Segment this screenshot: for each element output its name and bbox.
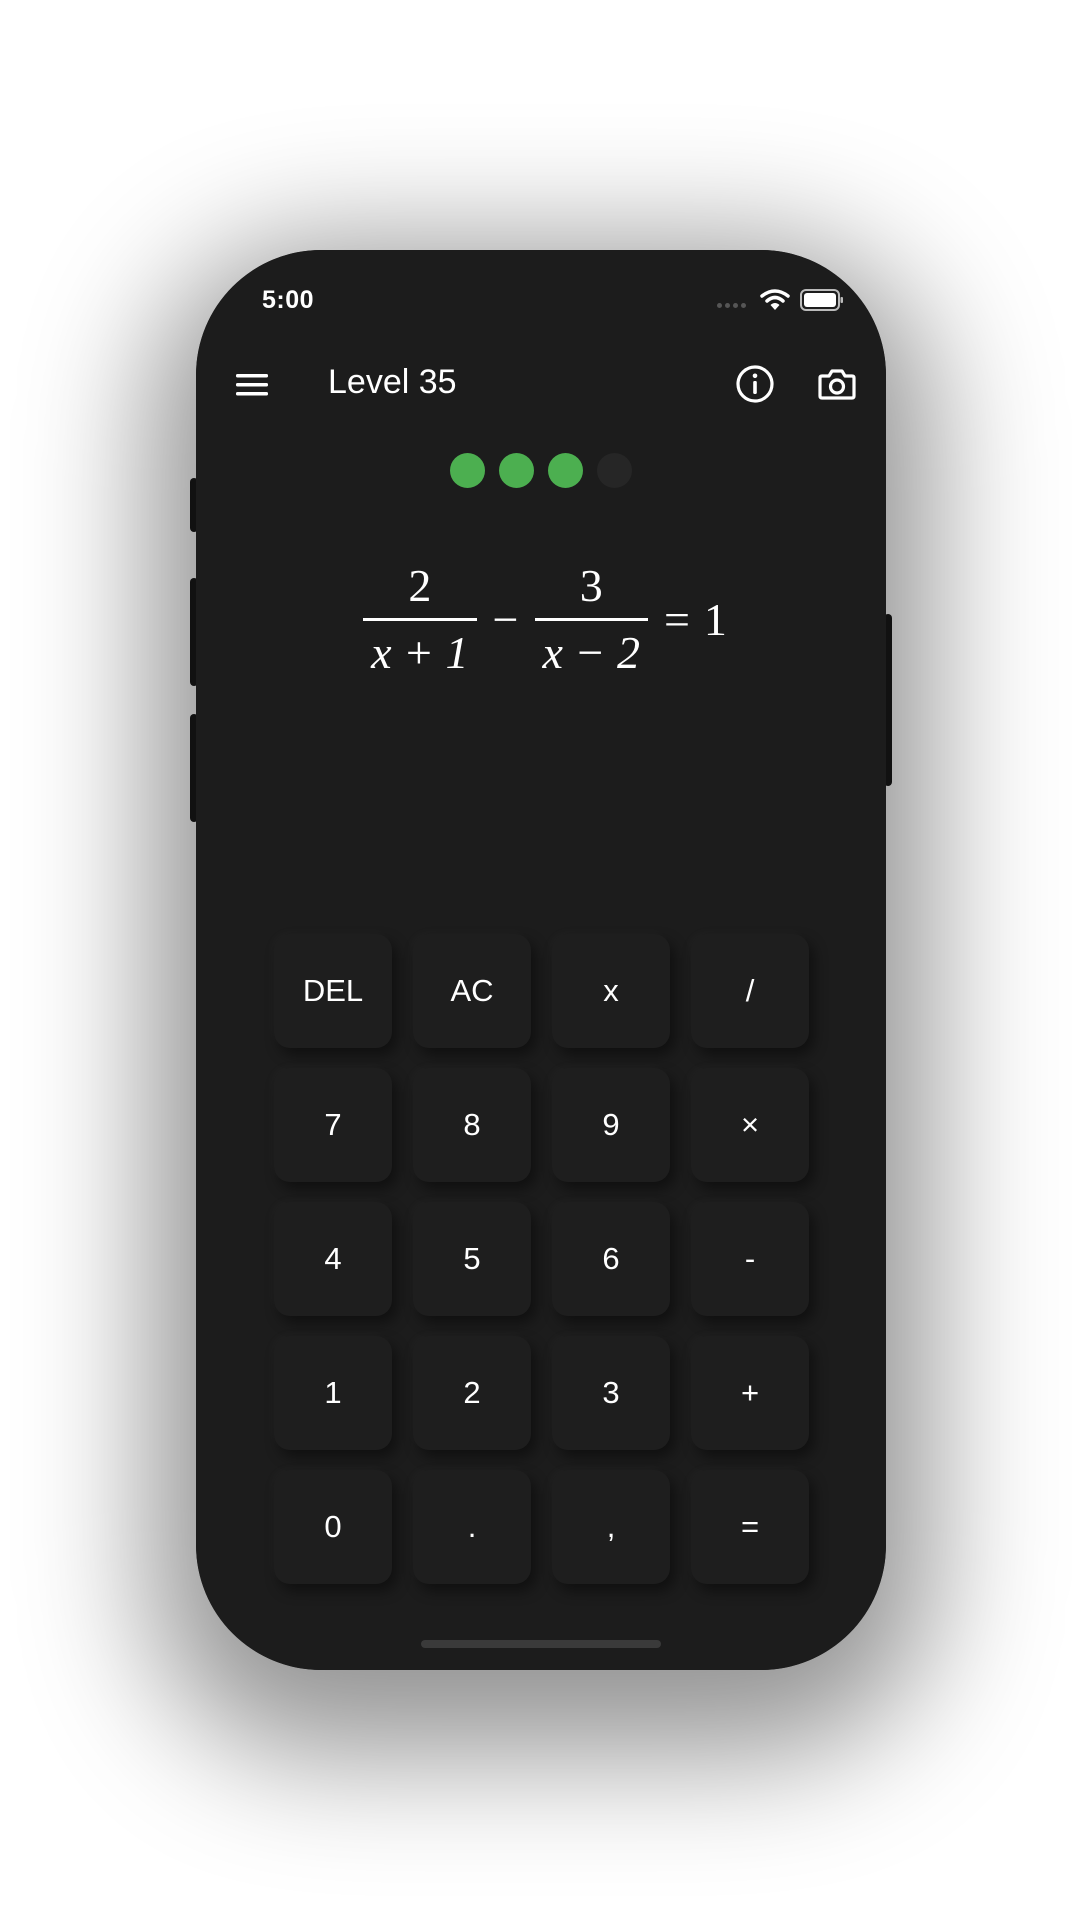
app-screen: 5:00 Level 35 2 x + 1 − 3 x − 2 = 1 DEL … — [196, 250, 886, 1670]
info-icon[interactable] — [734, 363, 776, 405]
status-time: 5:00 — [262, 286, 315, 314]
key-3[interactable]: 3 — [552, 1336, 670, 1450]
equation: 2 x + 1 − 3 x − 2 = 1 — [196, 560, 886, 679]
progress-dot — [499, 453, 534, 488]
fraction-1: 2 x + 1 — [363, 560, 477, 679]
minus-operator: − — [492, 594, 519, 645]
fraction-2: 3 x − 2 — [534, 560, 648, 679]
key-2[interactable]: 2 — [413, 1336, 531, 1450]
key-minus[interactable]: - — [691, 1202, 809, 1316]
phone-frame: 5:00 Level 35 2 x + 1 − 3 x − 2 = 1 DEL … — [196, 250, 886, 1670]
key-all-clear[interactable]: AC — [413, 934, 531, 1048]
key-7[interactable]: 7 — [274, 1068, 392, 1182]
key-decimal-point[interactable]: . — [413, 1470, 531, 1584]
key-8[interactable]: 8 — [413, 1068, 531, 1182]
key-5[interactable]: 5 — [413, 1202, 531, 1316]
key-divide[interactable]: / — [691, 934, 809, 1048]
level-title: Level 35 — [328, 363, 457, 401]
menu-icon[interactable] — [234, 368, 270, 402]
keypad: DEL AC x / 7 8 9 × 4 5 6 - 1 2 3 + 0 . ,… — [274, 934, 809, 1584]
key-0[interactable]: 0 — [274, 1470, 392, 1584]
key-variable-x[interactable]: x — [552, 934, 670, 1048]
key-9[interactable]: 9 — [552, 1068, 670, 1182]
fraction-2-denominator: x − 2 — [542, 627, 640, 678]
progress-dot — [450, 453, 485, 488]
home-indicator[interactable] — [421, 1640, 661, 1648]
key-del[interactable]: DEL — [274, 934, 392, 1048]
fraction-1-denominator: x + 1 — [371, 627, 469, 678]
progress-dot — [548, 453, 583, 488]
right-hand-side: 1 — [703, 594, 727, 645]
key-6[interactable]: 6 — [552, 1202, 670, 1316]
wifi-icon — [760, 289, 790, 310]
camera-icon[interactable] — [816, 363, 858, 405]
equals-sign: = — [663, 594, 690, 645]
key-plus[interactable]: + — [691, 1336, 809, 1450]
progress-dot — [597, 453, 632, 488]
key-1[interactable]: 1 — [274, 1336, 392, 1450]
key-equals[interactable]: = — [691, 1470, 809, 1584]
key-comma[interactable]: , — [552, 1470, 670, 1584]
status-icons — [717, 286, 844, 314]
fraction-2-numerator: 3 — [579, 560, 603, 611]
fraction-1-numerator: 2 — [408, 560, 432, 611]
top-bar: Level 35 — [196, 350, 886, 420]
signal-dots-icon — [717, 302, 746, 308]
battery-icon — [800, 289, 843, 311]
level-progress — [196, 453, 886, 488]
key-4[interactable]: 4 — [274, 1202, 392, 1316]
key-multiply[interactable]: × — [691, 1068, 809, 1182]
